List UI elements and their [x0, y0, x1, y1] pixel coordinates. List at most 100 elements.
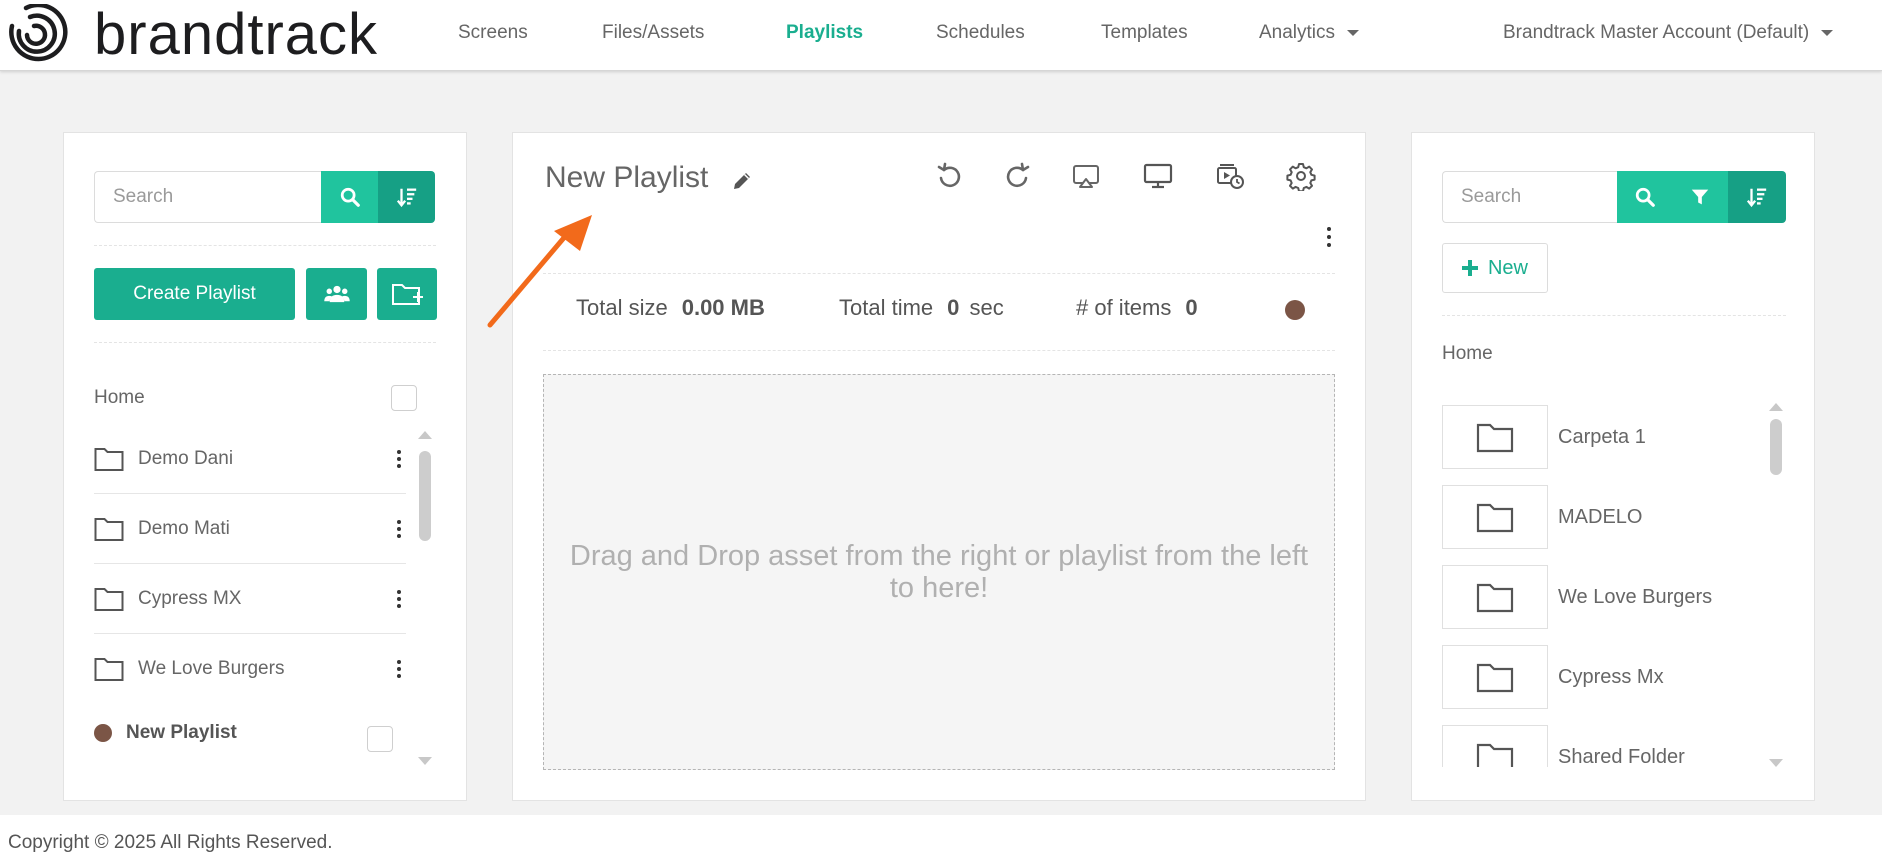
copyright-text: Copyright © 2025 All Rights Reserved. [8, 832, 333, 853]
right-list-scrollbar[interactable] [1767, 403, 1783, 769]
playlist-status-dot [94, 724, 112, 742]
brand-name: brandtrack [94, 2, 379, 67]
total-time-value: 0 [947, 295, 960, 320]
new-asset-button[interactable]: New [1442, 243, 1548, 293]
nav-templates[interactable]: Templates [1101, 22, 1188, 44]
total-time-label: Total time [839, 295, 934, 320]
nav-analytics-label: Analytics [1259, 22, 1336, 43]
items-count-value: 0 [1185, 295, 1198, 320]
search-icon [1635, 187, 1655, 207]
playlist-search-button[interactable] [321, 171, 378, 223]
asset-thumbnail [1442, 405, 1548, 469]
asset-search-button[interactable] [1617, 171, 1672, 223]
folder-icon [94, 517, 124, 541]
page-footer: Copyright © 2025 All Rights Reserved. [0, 815, 1882, 867]
undo-icon [937, 162, 961, 188]
asset-thumbnail [1442, 485, 1548, 549]
kebab-menu-icon[interactable] [392, 588, 406, 610]
new-asset-label: New [1487, 256, 1528, 279]
playlist-sort-button[interactable] [378, 171, 435, 223]
undo-button[interactable] [935, 161, 965, 191]
shared-playlists-button[interactable] [306, 268, 367, 320]
folder-icon [1476, 743, 1514, 767]
folder-row[interactable]: Cypress MX [94, 564, 406, 634]
cast-button[interactable] [1071, 161, 1101, 191]
left-list-scrollbar[interactable] [416, 431, 432, 767]
asset-folder-row[interactable]: Carpeta 1 [1442, 405, 1646, 469]
nav-playlists[interactable]: Playlists [786, 22, 863, 44]
folder-plus-icon [392, 284, 423, 305]
total-size-stat: Total size 0.00 MB [576, 295, 765, 321]
scroll-thumb[interactable] [419, 451, 431, 541]
asset-filter-button[interactable] [1672, 171, 1728, 223]
folder-name: Demo Dani [138, 447, 234, 469]
home-label: Home [94, 387, 145, 408]
total-time-stat: Total time 0 sec [839, 295, 1004, 321]
asset-search-input[interactable] [1442, 171, 1617, 223]
asset-folder-name: Carpeta 1 [1558, 425, 1646, 448]
folder-icon [94, 447, 124, 471]
scroll-down-arrow[interactable] [418, 757, 432, 765]
pencil-icon[interactable] [730, 169, 754, 193]
scroll-thumb[interactable] [1770, 419, 1782, 475]
new-folder-button[interactable] [377, 268, 437, 320]
nav-analytics[interactable]: Analytics [1259, 22, 1360, 44]
scroll-up-arrow[interactable] [1769, 403, 1783, 411]
folder-icon [1476, 503, 1514, 533]
folder-row[interactable]: Demo Mati [94, 494, 406, 564]
gear-icon [1286, 163, 1316, 193]
playlist-title: New Playlist [545, 161, 709, 194]
asset-folder-name: Cypress Mx [1558, 665, 1664, 688]
folder-row[interactable]: We Love Burgers [94, 634, 406, 704]
divider [1442, 315, 1786, 316]
playlist-settings-button[interactable] [1286, 161, 1316, 193]
asset-folder-name: MADELO [1558, 505, 1643, 528]
asset-folder-row[interactable]: MADELO [1442, 485, 1642, 549]
asset-folder-row[interactable]: Shared Folder [1442, 725, 1685, 767]
playlist-name: New Playlist [126, 722, 237, 743]
kebab-menu-icon[interactable] [392, 448, 406, 470]
redo-icon [1006, 162, 1030, 188]
scroll-up-arrow[interactable] [418, 431, 432, 439]
brandtrack-logo-icon [9, 4, 68, 62]
nav-screens[interactable]: Screens [458, 22, 528, 44]
asset-thumbnail [1442, 565, 1548, 629]
create-playlist-button[interactable]: Create Playlist [94, 268, 295, 320]
folder-icon [1476, 423, 1514, 453]
folder-name: Cypress MX [138, 587, 242, 609]
kebab-menu-icon[interactable] [392, 518, 406, 540]
caret-down-icon [1347, 29, 1360, 36]
nav-schedules[interactable]: Schedules [936, 22, 1025, 44]
folder-row[interactable]: Demo Dani [94, 424, 406, 494]
redo-button[interactable] [1002, 161, 1032, 191]
nav-files-assets[interactable]: Files/Assets [602, 22, 704, 44]
items-count-label: # of items [1076, 295, 1172, 320]
home-select-checkbox[interactable] [391, 385, 417, 411]
sort-icon [1746, 188, 1767, 208]
more-options-icon[interactable] [1322, 225, 1336, 249]
asset-folder-row[interactable]: We Love Burgers [1442, 565, 1712, 629]
folder-icon [94, 587, 124, 611]
asset-thumbnail [1442, 725, 1548, 767]
media-schedule-icon [1217, 164, 1244, 189]
playlist-row[interactable]: New Playlist [94, 713, 404, 753]
asset-sort-button[interactable] [1728, 171, 1786, 223]
asset-thumbnail [1442, 645, 1548, 709]
brand-logo[interactable]: brandtrack [6, 4, 378, 66]
playlist-status-dot [1285, 300, 1305, 320]
divider [543, 273, 1335, 274]
kebab-menu-icon[interactable] [392, 658, 406, 680]
playlist-search-input[interactable] [94, 171, 321, 223]
preview-screen-button[interactable] [1143, 161, 1173, 191]
playlist-dropzone[interactable]: Drag and Drop asset from the right or pl… [543, 374, 1335, 770]
home-label: Home [1442, 343, 1493, 364]
total-size-value: 0.00 MB [681, 295, 765, 320]
asset-folder-row[interactable]: Cypress Mx [1442, 645, 1664, 709]
scroll-down-arrow[interactable] [1769, 759, 1783, 767]
divider [94, 245, 436, 246]
sort-icon [396, 188, 416, 208]
account-selector[interactable]: Brandtrack Master Account (Default) [1503, 22, 1834, 44]
schedule-playlist-button[interactable] [1215, 161, 1245, 191]
playlist-select-checkbox[interactable] [367, 726, 393, 752]
assets-panel: New Home Carpeta 1 MADELO We Love Burger… [1411, 132, 1815, 801]
